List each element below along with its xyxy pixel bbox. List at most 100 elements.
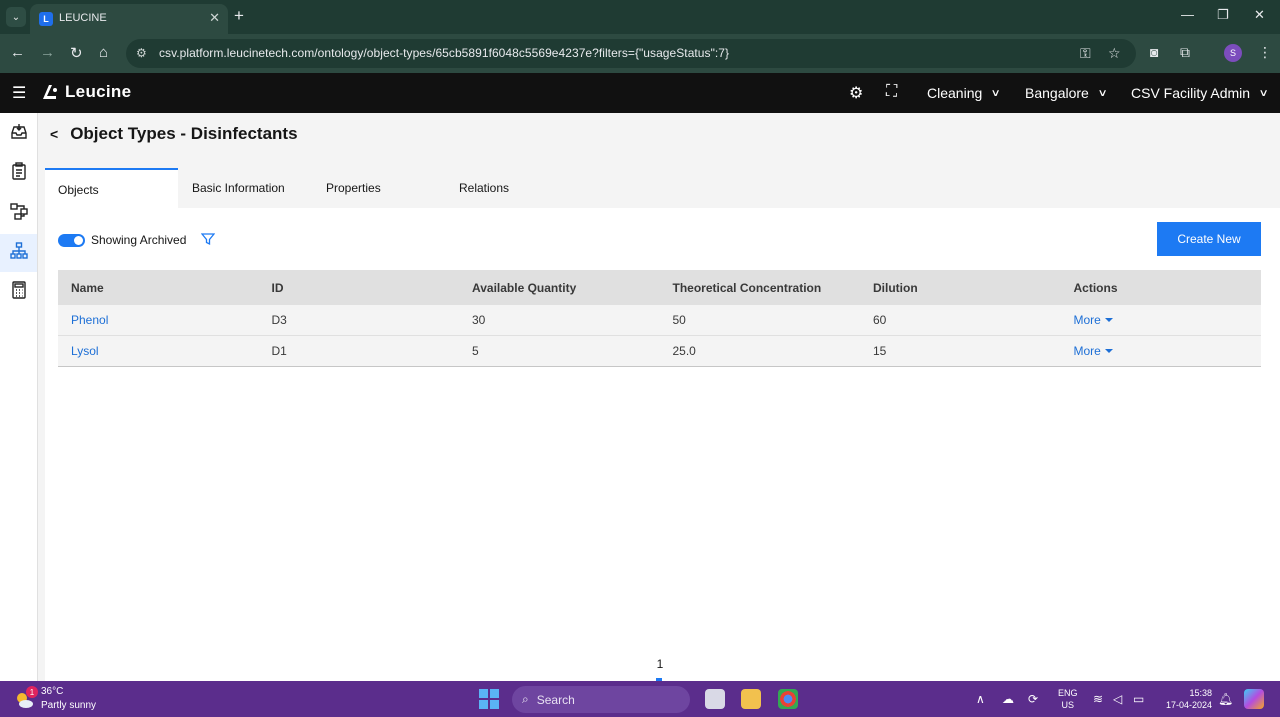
weather-temperature[interactable]: 36°C: [41, 686, 63, 697]
sidebar-item-processes[interactable]: [0, 194, 37, 232]
use-case-dropdown[interactable]: Cleaning ∨: [927, 85, 1002, 101]
volume-icon[interactable]: ◁: [1113, 692, 1122, 706]
object-type-tabs: Objects Basic Information Properties Rel…: [45, 168, 578, 208]
column-header-dilution: Dilution: [873, 280, 918, 295]
back-arrow-icon[interactable]: ←: [10, 44, 25, 61]
sidebar-item-reports[interactable]: [0, 273, 37, 311]
brand-name: Leucine: [65, 82, 132, 101]
notification-bell-icon[interactable]: 🔔︎: [1218, 692, 1233, 706]
tab-close-icon[interactable]: ✕: [209, 10, 220, 26]
chevron-down-icon: ∨: [990, 87, 1002, 99]
back-chevron-icon[interactable]: <: [50, 126, 58, 142]
browser-tab[interactable]: L LEUCINE ✕: [30, 4, 228, 34]
weather-notification-badge: 1: [26, 686, 38, 698]
dilution: 60: [873, 313, 887, 327]
reload-icon[interactable]: ↻: [70, 44, 83, 62]
object-name-link[interactable]: Phenol: [58, 313, 259, 327]
sidebar-item-inbox[interactable]: [0, 115, 37, 153]
home-icon[interactable]: ⌂: [99, 44, 108, 61]
password-key-icon[interactable]: ⚿: [1080, 45, 1091, 62]
browser-toolbar: ← → ↻ ⌂ ⚙ csv.platform.leucinetech.com/o…: [0, 34, 1280, 73]
dilution: 15: [873, 344, 887, 358]
theoretical-concentration: 50: [672, 313, 686, 327]
address-bar[interactable]: ⚙ csv.platform.leucinetech.com/ontology/…: [126, 39, 1136, 68]
battery-icon[interactable]: ▭: [1133, 692, 1144, 706]
forward-arrow-icon[interactable]: →: [40, 44, 55, 61]
url-text[interactable]: csv.platform.leucinetech.com/ontology/ob…: [159, 46, 729, 60]
copilot-icon[interactable]: [1244, 689, 1264, 709]
facility-dropdown[interactable]: Bangalore ∨: [1025, 85, 1108, 101]
theoretical-concentration: 25.0: [672, 344, 696, 358]
tray-overflow-chevron-icon[interactable]: ∧: [976, 692, 985, 706]
language-indicator[interactable]: ENG US: [1058, 687, 1078, 711]
restore-icon[interactable]: ❐: [1217, 7, 1229, 23]
language-code: ENG: [1058, 688, 1078, 698]
available-quantity: 30: [472, 313, 486, 327]
table-header: Name ID Available Quantity Theoretical C…: [58, 270, 1261, 305]
filter-icon[interactable]: [200, 232, 216, 251]
inbox-icon: [10, 123, 28, 146]
objects-table: Name ID Available Quantity Theoretical C…: [58, 270, 1261, 367]
onedrive-cloud-icon[interactable]: ☁: [1002, 692, 1014, 706]
site-info-icon[interactable]: ⚙: [136, 46, 147, 60]
clipboard-icon: [10, 161, 28, 185]
tab-search-chevron-icon[interactable]: ⌄: [6, 7, 26, 27]
settings-gear-icon[interactable]: ⚙: [849, 83, 863, 103]
table-row: Phenol D3 30 50 60 More: [58, 305, 1261, 336]
actions-cell: More: [1061, 344, 1262, 358]
new-tab-plus-icon[interactable]: +: [234, 6, 244, 26]
pagination-page-1[interactable]: 1: [654, 657, 666, 671]
caret-down-icon: [1104, 318, 1113, 322]
hamburger-menu-icon[interactable]: ☰: [12, 83, 26, 103]
taskbar-search-box[interactable]: ⌕ Search: [512, 686, 690, 713]
sidebar-item-checklists[interactable]: [0, 154, 37, 192]
tab-objects[interactable]: Objects: [45, 168, 178, 208]
object-name-link[interactable]: Lysol: [58, 344, 259, 358]
taskbar-search-placeholder: Search: [536, 692, 575, 707]
chevron-down-icon: ∨: [1258, 87, 1269, 99]
profile-avatar[interactable]: S: [1224, 44, 1242, 62]
weather-description[interactable]: Partly sunny: [41, 700, 96, 711]
tab-title: LEUCINE: [59, 12, 107, 24]
caret-down-icon: [1104, 349, 1113, 353]
tab-relations[interactable]: Relations: [445, 168, 578, 208]
showing-archived-toggle[interactable]: [58, 234, 85, 247]
browser-menu-icon[interactable]: ⋮: [1258, 44, 1272, 61]
more-actions-button[interactable]: More: [1074, 344, 1262, 358]
scan-icon[interactable]: ⛶: [886, 83, 897, 101]
page-title-text: Object Types - Disinfectants: [70, 124, 298, 143]
bookmark-star-icon[interactable]: ☆: [1108, 45, 1121, 62]
flow-icon: [9, 202, 28, 225]
extensions-icon[interactable]: ⧉: [1180, 44, 1190, 61]
app-header: ☰ Leucine ⚙ ⛶ Cleaning ∨ Bangalore ∨ CSV…: [0, 73, 1280, 113]
region-code: US: [1061, 700, 1075, 710]
windows-start-icon[interactable]: [479, 689, 499, 709]
available-quantity: 5: [472, 344, 479, 358]
sidebar-item-ontology[interactable]: [0, 234, 37, 272]
column-header-available-quantity: Available Quantity: [472, 280, 577, 295]
more-label: More: [1073, 344, 1101, 358]
window-close-icon[interactable]: ✕: [1254, 7, 1265, 23]
minimize-icon[interactable]: —: [1181, 7, 1194, 22]
tab-basic-information[interactable]: Basic Information: [178, 168, 312, 208]
task-view-icon[interactable]: [705, 689, 725, 709]
clock-date: 17-04-2024: [1165, 700, 1212, 710]
more-actions-button[interactable]: More: [1074, 313, 1262, 327]
tab-properties[interactable]: Properties: [312, 168, 445, 208]
user-role-label: CSV Facility Admin: [1131, 85, 1251, 101]
leucine-logo[interactable]: Leucine: [40, 82, 131, 102]
wifi-icon[interactable]: ≋: [1093, 692, 1103, 706]
sync-icon[interactable]: ⟳: [1028, 692, 1038, 706]
create-new-button[interactable]: Create New: [1157, 222, 1261, 256]
os-taskbar: 1 36°C Partly sunny ⌕ Search ∧ ☁ ⟳ ENG U…: [0, 681, 1280, 717]
search-icon: ⌕: [522, 692, 529, 706]
object-id: D3: [271, 313, 287, 327]
clock[interactable]: 15:38 17-04-2024: [1160, 687, 1212, 711]
user-role-dropdown[interactable]: CSV Facility Admin ∨: [1131, 85, 1269, 101]
file-explorer-icon[interactable]: [741, 689, 761, 709]
camera-icon[interactable]: ◙: [1150, 44, 1158, 60]
object-id: D1: [271, 344, 287, 358]
more-label: More: [1073, 313, 1101, 327]
use-case-label: Cleaning: [927, 85, 983, 101]
chrome-icon[interactable]: [778, 689, 798, 709]
